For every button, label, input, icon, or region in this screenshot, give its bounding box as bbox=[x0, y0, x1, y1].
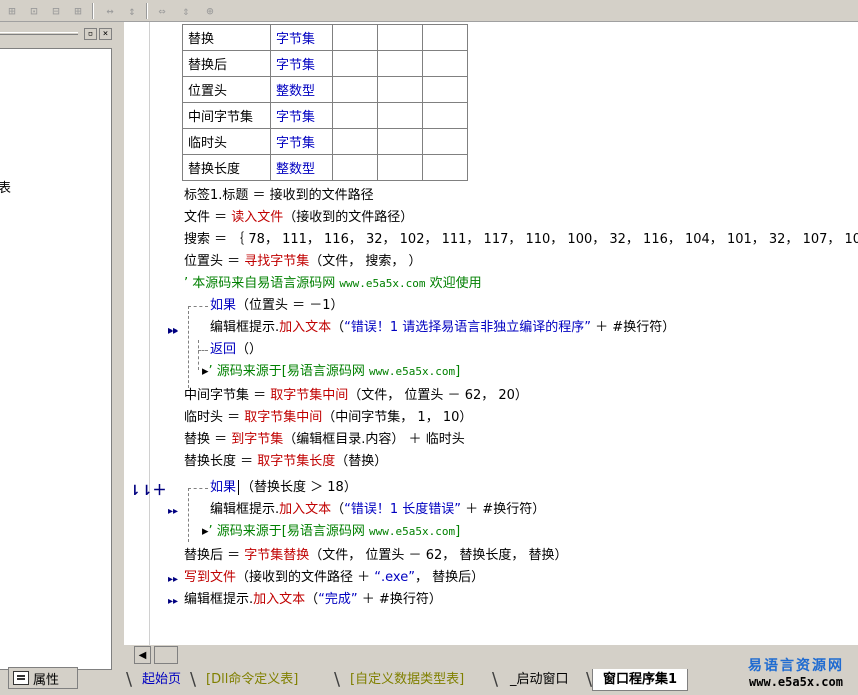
panel-text-fragment: 表 bbox=[0, 177, 11, 196]
tab-custom-types[interactable]: [自定义数据类型表] bbox=[340, 669, 474, 691]
variable-name[interactable]: 临时头 bbox=[182, 128, 271, 155]
properties-tab[interactable]: 属性 bbox=[8, 667, 78, 689]
align-middle-icon[interactable]: ⊞ bbox=[68, 2, 88, 20]
variable-type[interactable]: 整数型 bbox=[270, 76, 333, 103]
code-line[interactable]: 替换长度 ＝ 取字节集长度（替换） bbox=[184, 452, 387, 472]
code-comment[interactable]: ▸’ 源码来源于[易语言源码网 www.e5a5x.com] bbox=[202, 522, 460, 542]
code-line[interactable]: 编辑框提示.加入文本（“完成” ＋ #换行符） bbox=[184, 590, 442, 610]
variable-row[interactable]: 替换长度 整数型 bbox=[182, 154, 468, 181]
same-height-icon[interactable]: ⇕ bbox=[176, 2, 196, 20]
align-left-icon[interactable]: ⊞ bbox=[2, 2, 22, 20]
code-line[interactable]: 文件 ＝ 读入文件（接收到的文件路径） bbox=[184, 208, 413, 228]
code-line[interactable]: 中间字节集 ＝ 取字节集中间（文件， 位置头 － 62， 20） bbox=[184, 386, 528, 406]
code-line[interactable]: 位置头 ＝ 寻找字节集（文件， 搜索， ） bbox=[184, 252, 422, 272]
variable-name[interactable]: 替换长度 bbox=[182, 154, 271, 181]
flow-arrow-icon: ▸▸ bbox=[168, 506, 179, 517]
variable-name[interactable]: 中间字节集 bbox=[182, 102, 271, 129]
variable-attr-cell[interactable] bbox=[332, 154, 378, 181]
variable-attr-cell[interactable] bbox=[377, 76, 423, 103]
breakpoint-arrows-icon[interactable]: ⇂⇂＋ bbox=[129, 480, 166, 500]
variable-type[interactable]: 字节集 bbox=[270, 102, 333, 129]
spacing-horizontal-icon[interactable]: ↔ bbox=[100, 2, 120, 20]
align-top-icon[interactable]: ⊟ bbox=[46, 2, 66, 20]
left-panel-content: 表 bbox=[0, 48, 112, 670]
variable-attr-cell[interactable] bbox=[422, 76, 468, 103]
variable-attr-cell[interactable] bbox=[422, 154, 468, 181]
code-line[interactable]: 搜索 ＝ ｛ 78， 111， 116， 32， 102， 111， 117， … bbox=[184, 230, 858, 250]
flow-arrow-icon: ▸▸ bbox=[168, 596, 179, 607]
code-line[interactable]: 临时头 ＝ 取字节集中间（中间字节集， 1， 10） bbox=[184, 408, 472, 428]
code-comment[interactable]: ’ 本源码来自易语言源码网 www.e5a5x.com 欢迎使用 bbox=[184, 274, 482, 294]
variable-type[interactable]: 字节集 bbox=[270, 24, 333, 51]
variable-row[interactable]: 临时头 字节集 bbox=[182, 128, 468, 155]
variable-type[interactable]: 字节集 bbox=[270, 50, 333, 77]
variable-attr-cell[interactable] bbox=[377, 128, 423, 155]
variables-table: 替换 字节集 替换后 字节集 位置头 整数型 中间字节集 字节集 临时头 字节集 替换长度 整数型 bbox=[182, 24, 468, 181]
tab-startup-window[interactable]: _启动窗口 bbox=[500, 669, 579, 691]
code-editor[interactable]: ▸▸ 替换 字节集 替换后 字节集 位置头 整数型 中间字节集 字节集 临时头 字节集 替换长度 整数… bbox=[124, 22, 858, 645]
variable-attr-cell[interactable] bbox=[422, 128, 468, 155]
variable-attr-cell[interactable] bbox=[377, 50, 423, 77]
variable-attr-cell[interactable] bbox=[332, 128, 378, 155]
variable-row[interactable]: 替换 字节集 bbox=[182, 24, 468, 51]
code-line[interactable]: 替换 ＝ 到字节集（编辑框目录.内容） ＋ 临时头 bbox=[184, 430, 465, 450]
left-panel: ▫ × 表 属性 bbox=[0, 22, 118, 695]
code-line[interactable]: 替换后 ＝ 字节集替换（文件， 位置头 － 62， 替换长度， 替换） bbox=[184, 546, 568, 566]
variable-attr-cell[interactable] bbox=[377, 154, 423, 181]
close-icon[interactable]: × bbox=[99, 28, 112, 40]
editor-gutter: ▸▸ bbox=[124, 22, 178, 645]
tab-dll-commands[interactable]: [Dll命令定义表] bbox=[196, 669, 308, 691]
text-cursor bbox=[238, 480, 240, 495]
code-line-if[interactable]: 如果（位置头 ＝ －1） bbox=[210, 296, 344, 316]
variable-name[interactable]: 替换 bbox=[182, 24, 271, 51]
code-area[interactable]: 替换 字节集 替换后 字节集 位置头 整数型 中间字节集 字节集 临时头 字节集 替换长度 整数型 标… bbox=[150, 22, 858, 645]
variable-type[interactable]: 整数型 bbox=[270, 154, 333, 181]
variable-row[interactable]: 位置头 整数型 bbox=[182, 76, 468, 103]
properties-icon bbox=[13, 671, 29, 685]
variable-attr-cell[interactable] bbox=[422, 102, 468, 129]
code-line[interactable]: 返回（） bbox=[210, 340, 262, 360]
variable-name[interactable]: 替换后 bbox=[182, 50, 271, 77]
flow-arrow-icon: ▸▸ bbox=[168, 574, 179, 585]
variable-name[interactable]: 位置头 bbox=[182, 76, 271, 103]
variable-attr-cell[interactable] bbox=[422, 24, 468, 51]
code-line[interactable]: 标签1.标题 ＝ 接收到的文件路径 bbox=[184, 186, 374, 206]
variable-type[interactable]: 字节集 bbox=[270, 128, 333, 155]
variable-attr-cell[interactable] bbox=[332, 24, 378, 51]
code-comment[interactable]: ▸’ 源码来源于[易语言源码网 www.e5a5x.com] bbox=[202, 362, 460, 382]
variable-attr-cell[interactable] bbox=[332, 50, 378, 77]
code-line-if[interactable]: 如果 （替换长度 ＞ 18） bbox=[210, 478, 357, 498]
scroll-left-icon[interactable]: ◀ bbox=[134, 646, 151, 664]
tab-start-page[interactable]: 起始页 bbox=[132, 669, 191, 691]
tab-window-program-set[interactable]: 窗口程序集1 bbox=[592, 669, 689, 691]
variable-attr-cell[interactable] bbox=[332, 102, 378, 129]
restore-icon[interactable]: ▫ bbox=[84, 28, 97, 40]
variable-attr-cell[interactable] bbox=[332, 76, 378, 103]
align-center-icon[interactable]: ⊡ bbox=[24, 2, 44, 20]
same-width-icon[interactable]: ⇔ bbox=[152, 2, 172, 20]
left-panel-titlebar: ▫ × bbox=[0, 26, 118, 42]
code-line[interactable]: 写到文件（接收到的文件路径 ＋ “.exe”， 替换后） bbox=[184, 568, 484, 588]
scroll-thumb[interactable] bbox=[154, 646, 178, 664]
spacing-vertical-icon[interactable]: ↕ bbox=[122, 2, 142, 20]
variable-attr-cell[interactable] bbox=[422, 50, 468, 77]
variable-attr-cell[interactable] bbox=[377, 24, 423, 51]
variable-row[interactable]: 替换后 字节集 bbox=[182, 50, 468, 77]
properties-tab-label: 属性 bbox=[33, 672, 60, 688]
variable-attr-cell[interactable] bbox=[377, 102, 423, 129]
same-size-icon[interactable]: ⊕ bbox=[200, 2, 220, 20]
code-line[interactable]: 编辑框提示.加入文本（“错误！1 请选择易语言非独立编译的程序” ＋ #换行符） bbox=[210, 318, 675, 338]
panel-grip[interactable] bbox=[0, 32, 78, 35]
flow-arrow-icon: ▸▸ bbox=[168, 326, 179, 337]
toolbar: ⊞ ⊡ ⊟ ⊞ ↔ ↕ ⇔ ⇕ ⊕ bbox=[0, 0, 858, 22]
code-line[interactable]: 编辑框提示.加入文本（“错误！1 长度错误” ＋ #换行符） bbox=[210, 500, 545, 520]
variable-row[interactable]: 中间字节集 字节集 bbox=[182, 102, 468, 129]
brand-watermark: 易语言资源网 www.e5a5x.com bbox=[748, 658, 844, 689]
